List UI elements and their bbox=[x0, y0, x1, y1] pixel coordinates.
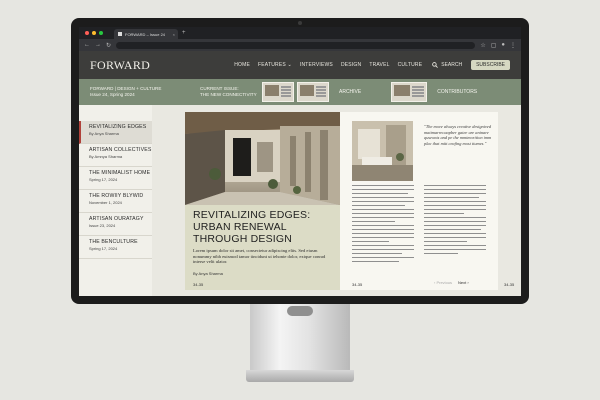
sidebar-item-sub: November 1, 2024 bbox=[89, 200, 122, 205]
extensions-icon[interactable]: ▢ bbox=[491, 42, 497, 49]
sidebar-item-sub: Spring 17, 2024 bbox=[89, 246, 118, 251]
tab-title: FORWARD – Issue 24 bbox=[125, 31, 166, 37]
stand-cable-hole bbox=[287, 306, 313, 316]
tagline-line-2: Issue 24, Spring 2024 bbox=[90, 92, 135, 97]
nav-interviews[interactable]: INTERVIEWS bbox=[300, 62, 333, 68]
article-title-line-3: THROUGH DESIGN bbox=[193, 233, 293, 245]
issue-banner: FORWARD | DESIGN + CULTURE Issue 24, Spr… bbox=[79, 79, 521, 105]
monitor-base bbox=[246, 370, 354, 382]
close-window-button[interactable] bbox=[85, 31, 89, 35]
article-title-line-1: REVITALIZING EDGES: bbox=[193, 209, 311, 221]
sidebar-item-title: ARTISAN COLLECTIVES bbox=[89, 147, 152, 153]
magazine-spread: REVITALIZING EDGES: URBAN RENEWAL THROUG… bbox=[152, 105, 521, 296]
sidebar-item-rowiiy-blywid[interactable]: THE ROWIIY BLYWID November 1, 2024 bbox=[79, 190, 152, 213]
sidebar-item-artisan-ouratagy[interactable]: ARTISAN OURATAGY Issue 23, 2024 bbox=[79, 213, 152, 236]
back-icon[interactable]: ← bbox=[84, 42, 90, 48]
sidebar-item-title: THE BENCULTURE bbox=[89, 239, 138, 245]
new-tab-button[interactable]: + bbox=[182, 30, 186, 36]
current-issue-line-2: THE NEW CONNECTIVITY bbox=[200, 92, 257, 97]
issue-tagline: FORWARD | DESIGN + CULTURE Issue 24, Spr… bbox=[90, 86, 185, 98]
browser-tab[interactable]: FORWARD – Issue 24 × bbox=[114, 29, 178, 39]
sidebar-item-minimalist-home[interactable]: THE MINIMALIST HOME Spring 17, 2024 bbox=[79, 167, 152, 190]
sidebar-item-sub: By Anya Sharma bbox=[89, 131, 119, 136]
nav-design[interactable]: DESIGN bbox=[341, 62, 361, 68]
next-button[interactable]: Next › bbox=[458, 280, 469, 285]
hero-photo bbox=[185, 112, 340, 205]
article-sidebar: REVITALIZING EDGES By Anya Sharma ARTISA… bbox=[79, 105, 152, 296]
archive-link[interactable]: ARCHIVE bbox=[339, 89, 361, 95]
sidebar-item-artisan-collectives[interactable]: ARTISAN COLLECTIVES By Amnya Sharma bbox=[79, 144, 152, 167]
main-nav: HOME FEATURES ⌄ INTERVIEWS DESIGN TRAVEL… bbox=[234, 62, 422, 68]
contributors-link[interactable]: CONTRIBUTORS bbox=[437, 89, 477, 95]
sidebar-item-benculture[interactable]: THE BENCULTURE Spring 17, 2024 bbox=[79, 236, 152, 259]
star-icon[interactable]: ☆ bbox=[480, 42, 485, 49]
body-column-2 bbox=[424, 185, 486, 257]
main-content: REVITALIZING EDGES By Anya Sharma ARTISA… bbox=[79, 105, 521, 296]
browser-toolbar: ← → ↻ ☆ ▢ ● ⋮ bbox=[79, 39, 521, 51]
article-byline: By Anya Sharma bbox=[193, 271, 223, 276]
article-title-line-2: URBAN RENEWAL bbox=[193, 221, 287, 233]
hero-illustration bbox=[185, 112, 340, 205]
search-icon bbox=[432, 62, 439, 68]
spread-right-page: "The move always creative designived mat… bbox=[340, 112, 498, 290]
page-number-right-left: 34-35 bbox=[352, 282, 363, 287]
sidebar-item-title: THE MINIMALIST HOME bbox=[89, 170, 151, 176]
article-lede: Lorem ipsum dolor sit amet, consectetur … bbox=[193, 248, 326, 265]
previous-button[interactable]: ‹ Previous bbox=[434, 280, 452, 285]
reload-icon[interactable]: ↻ bbox=[106, 42, 111, 49]
contributors-thumbnail[interactable] bbox=[391, 82, 428, 102]
nav-features[interactable]: FEATURES ⌄ bbox=[258, 62, 292, 68]
interior-illustration bbox=[352, 121, 413, 181]
spread-left-page: REVITALIZING EDGES: URBAN RENEWAL THROUG… bbox=[185, 112, 340, 290]
next-label: Next bbox=[458, 280, 467, 285]
interior-photo bbox=[352, 121, 413, 181]
scene: FORWARD – Issue 24 × + ← → ↻ ☆ ▢ ● ⋮ FOR… bbox=[0, 0, 600, 400]
camera bbox=[298, 21, 302, 25]
site-header: FORWARD HOME FEATURES ⌄ INTERVIEWS DESIG… bbox=[79, 51, 521, 79]
sidebar-item-sub: Issue 23, 2024 bbox=[89, 223, 116, 228]
sidebar-item-title: ARTISAN OURATAGY bbox=[89, 216, 144, 222]
pull-quote: "The move always creative designived mat… bbox=[424, 124, 492, 146]
close-tab-icon[interactable]: × bbox=[173, 32, 175, 37]
search-button[interactable]: SEARCH bbox=[432, 62, 462, 68]
nav-culture[interactable]: CULTURE bbox=[398, 62, 423, 68]
nav-home[interactable]: HOME bbox=[234, 62, 250, 68]
current-issue-thumbnail[interactable] bbox=[262, 82, 294, 102]
current-issue-label[interactable]: CURRENT ISSUE: THE NEW CONNECTIVITY bbox=[200, 86, 262, 98]
page-number-left: 34-35 bbox=[193, 282, 204, 287]
profile-icon[interactable]: ● bbox=[501, 42, 505, 48]
forward-icon[interactable]: → bbox=[95, 42, 101, 48]
browser-tab-bar: FORWARD – Issue 24 × + bbox=[79, 27, 521, 39]
favicon-icon bbox=[118, 32, 122, 36]
sidebar-item-title: REVITALIZING EDGES bbox=[89, 124, 147, 130]
pagination: ‹ Previous Next › bbox=[434, 280, 469, 285]
site-logo[interactable]: FORWARD bbox=[90, 58, 150, 73]
maximize-window-button[interactable] bbox=[99, 31, 103, 35]
screen: FORWARD – Issue 24 × + ← → ↻ ☆ ▢ ● ⋮ FOR… bbox=[79, 27, 521, 296]
address-bar[interactable] bbox=[116, 41, 476, 49]
current-issue-thumbnail-2[interactable] bbox=[297, 82, 329, 102]
minimize-window-button[interactable] bbox=[92, 31, 96, 35]
sidebar-item-title: THE ROWIIY BLYWID bbox=[89, 193, 144, 199]
page-number-right: 34-35 bbox=[504, 282, 515, 287]
nav-travel[interactable]: TRAVEL bbox=[369, 62, 389, 68]
previous-label: Previous bbox=[436, 280, 453, 285]
sidebar-item-sub: Spring 17, 2024 bbox=[89, 177, 118, 182]
sidebar-item-sub: By Amnya Sharma bbox=[89, 154, 123, 159]
subscribe-button[interactable]: SUBSCRIBE bbox=[471, 60, 510, 70]
article-title: REVITALIZING EDGES: URBAN RENEWAL THROUG… bbox=[193, 209, 338, 245]
search-label: SEARCH bbox=[441, 62, 463, 68]
sidebar-item-revitalizing-edges[interactable]: REVITALIZING EDGES By Anya Sharma bbox=[79, 121, 152, 144]
body-column-1 bbox=[352, 185, 414, 265]
menu-icon[interactable]: ⋮ bbox=[510, 42, 516, 49]
